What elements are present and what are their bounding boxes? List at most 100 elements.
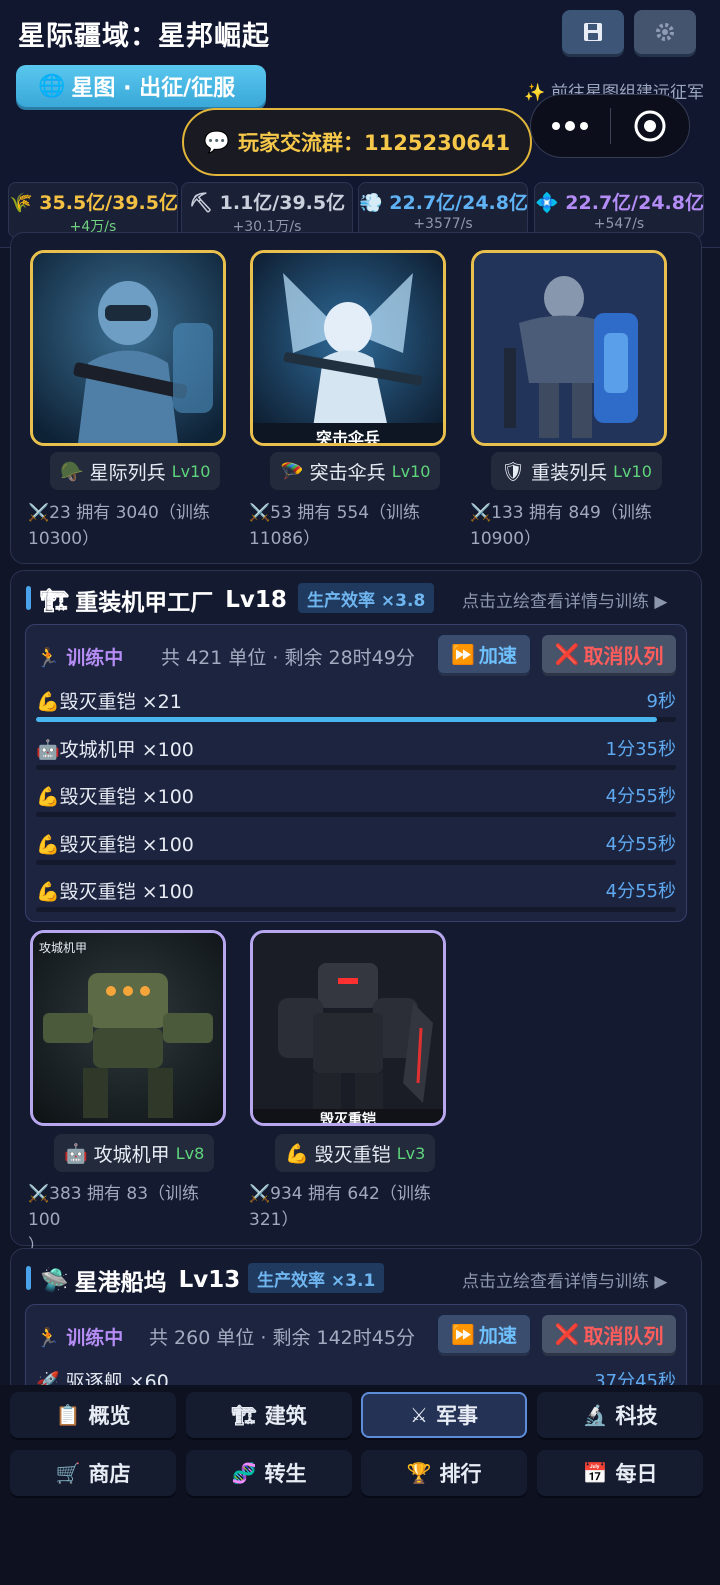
unit-level: Lv10 [613, 461, 652, 481]
resource-gas: 💨 22.7亿/24.8亿 +3577/s [358, 182, 528, 238]
queue-row-label: 毁灭重铠 ×100 [59, 786, 194, 808]
queue-row-label: 攻城机甲 ×100 [59, 738, 194, 761]
ufo-icon: 🛸 [40, 1267, 69, 1294]
bottom-navigation: 📋 概览 🏗 建筑 ⚔ 军事 🔬 科技 🛒 商店 🧬 转生 🏆 排行 📅 每日 [0, 1385, 720, 1585]
portrait-caption: 突击伞兵 [315, 429, 380, 446]
unit-tag-heavy-infantry: 🛡 重装列兵 Lv10 [491, 452, 662, 490]
crystal-icon: 💠 [535, 192, 566, 214]
queue-row-time: 1分35秒 [605, 738, 676, 760]
queue-row-time: 9秒 [646, 691, 676, 712]
nav-military[interactable]: ⚔ 军事 [361, 1392, 527, 1438]
flexed-arm-icon: 💪 [36, 786, 60, 808]
flexed-arm-icon: 💪 [285, 1142, 309, 1165]
cross-icon: ❌ [554, 1322, 580, 1346]
cancel-queue-label: 取消队列 [583, 643, 664, 668]
queue-row-name: 💪毁灭重铠 ×21 [36, 687, 182, 714]
chat-bubble-icon: 💬 [203, 129, 231, 154]
section-name: 重装机甲工厂 [75, 590, 214, 616]
unit-name: 星际列兵 [89, 461, 166, 484]
progress-track [36, 764, 676, 770]
microscope-icon: 🔬 [582, 1403, 608, 1427]
unit-stats-heavy-infantry: ⚔️133 拥有 849（训练 10900） [470, 500, 670, 552]
save-button[interactable] [562, 10, 624, 54]
unit-name: 突击伞兵 [309, 461, 386, 484]
queue-status: 🏃 训练中 [36, 1323, 123, 1350]
queue-row-label: 毁灭重铠 ×21 [59, 691, 182, 713]
settings-button[interactable] [634, 10, 696, 54]
robot-icon: 🤖 [64, 1142, 88, 1165]
queue-row: 💪毁灭重铠 ×100 4分55秒 [36, 871, 676, 917]
player-group-banner[interactable]: 💬 玩家交流群：1125230641 [182, 108, 532, 176]
unit-portrait-annihilator-armor[interactable]: 毁灭重铠 [250, 930, 446, 1126]
shipyard-title: 🛸 星港船坞 Lv13 [40, 1263, 240, 1297]
star-map-button[interactable]: 🌐 星图 · 出征/征服 [16, 65, 266, 107]
unit-portrait-star-infantry[interactable] [30, 250, 226, 446]
unit-level: Lv8 [175, 1143, 205, 1163]
crossed-swords-icon: ⚔ [410, 1403, 428, 1427]
queue-row-time: 4分55秒 [605, 881, 676, 902]
portrait-caption: 攻城机甲 [39, 941, 88, 955]
unit-level: Lv10 [171, 461, 211, 481]
nav-rebirth[interactable]: 🧬 转生 [186, 1450, 352, 1496]
queue-row-name: 💪毁灭重铠 ×100 [36, 830, 194, 857]
clipboard-icon: 📋 [55, 1403, 81, 1427]
cancel-queue-button[interactable]: ❌ 取消队列 [542, 635, 676, 673]
queue-row: 💪毁灭重铠 ×21 9秒 [36, 681, 676, 727]
unit-stat-line: ⚔️23 拥有 3040（训练 [28, 503, 210, 523]
runner-icon: 🏃 [36, 647, 60, 669]
unit-stat-line: 11086） [249, 529, 321, 549]
nav-overview[interactable]: 📋 概览 [10, 1392, 176, 1438]
unit-portrait-assault-paratrooper[interactable]: 突击伞兵 [250, 250, 446, 446]
more-button[interactable] [531, 120, 610, 132]
fast-forward-icon: ⏩ [451, 643, 475, 666]
unit-name: 毁灭重铠 [314, 1143, 391, 1166]
gas-icon: 💨 [359, 192, 390, 214]
unit-level: Lv10 [391, 461, 431, 481]
nav-buildings[interactable]: 🏗 建筑 [186, 1392, 352, 1438]
top-header: 星际疆域：星邦崛起 🌐 星图 · 出征/征服 ✨ 前往星图组建远征军 💬 玩家交… [0, 0, 720, 248]
unit-stats-annihilator-armor: ⚔️934 拥有 642（训练 321） [249, 1181, 449, 1233]
unit-portrait-heavy-infantry[interactable] [471, 250, 667, 446]
progress-track [36, 859, 676, 865]
queue-row-label: 毁灭重铠 ×100 [59, 881, 194, 903]
shield-icon: 🛡 [501, 460, 526, 483]
mech-factory-title: 🏗 重装机甲工厂 Lv18 [40, 583, 287, 617]
annihilator-armor-art [253, 933, 443, 1123]
resource-value: 💠 22.7亿/24.8亿 [535, 188, 704, 215]
portrait-caption: 毁灭重铠 [320, 1112, 376, 1126]
flexed-arm-icon: 💪 [36, 881, 60, 903]
trophy-icon: 🏆 [406, 1461, 432, 1485]
star-map-label: 星图 · 出征/征服 [71, 76, 236, 101]
robot-icon: 🤖 [36, 738, 60, 761]
nav-daily[interactable]: 📅 每日 [537, 1450, 703, 1496]
progress-track [36, 907, 676, 912]
cancel-queue-label: 取消队列 [583, 1323, 664, 1348]
unit-stat-line: 10900） [470, 529, 542, 549]
resource-amount: 22.7亿/24.8亿 [565, 192, 704, 214]
nav-tech[interactable]: 🔬 科技 [537, 1392, 703, 1438]
cart-icon: 🛒 [55, 1461, 81, 1485]
nav-shop[interactable]: 🛒 商店 [10, 1450, 176, 1496]
unit-name: 重装列兵 [531, 461, 608, 484]
unit-stat-line: ⚔️383 拥有 83（训练 100 [28, 1184, 200, 1230]
unit-tag-assault-paratrooper: 🪂 突击伞兵 Lv10 [270, 452, 441, 490]
speed-up-button[interactable]: ⏩ 加速 [438, 635, 530, 673]
nav-label: 转生 [264, 1462, 307, 1486]
queue-status-label: 训练中 [66, 1327, 124, 1349]
production-efficiency-badge: 生产效率 ×3.1 [248, 1263, 385, 1293]
unit-tag-siege-mech: 🤖 攻城机甲 Lv8 [54, 1134, 215, 1172]
queue-row-name: 💪毁灭重铠 ×100 [36, 782, 194, 809]
game-title: 星际疆域：星邦崛起 [18, 21, 270, 52]
floppy-disk-icon [584, 23, 602, 41]
nav-ranking[interactable]: 🏆 排行 [361, 1450, 527, 1496]
cancel-queue-button[interactable]: ❌ 取消队列 [542, 1315, 676, 1353]
flexed-arm-icon: 💪 [36, 833, 60, 856]
nav-label: 军事 [435, 1404, 478, 1428]
queue-row-label: 毁灭重铠 ×100 [59, 833, 194, 856]
speed-up-button[interactable]: ⏩ 加速 [438, 1315, 530, 1353]
close-miniprogram-button[interactable] [611, 109, 690, 143]
unit-stat-line: ⚔️53 拥有 554（训练 [249, 503, 421, 523]
queue-row: 💪毁灭重铠 ×100 4分55秒 [36, 824, 676, 870]
resource-food: 🌾 35.5亿/39.5亿 +4万/s [8, 182, 178, 238]
unit-portrait-siege-mech[interactable]: 攻城机甲 [30, 930, 226, 1126]
